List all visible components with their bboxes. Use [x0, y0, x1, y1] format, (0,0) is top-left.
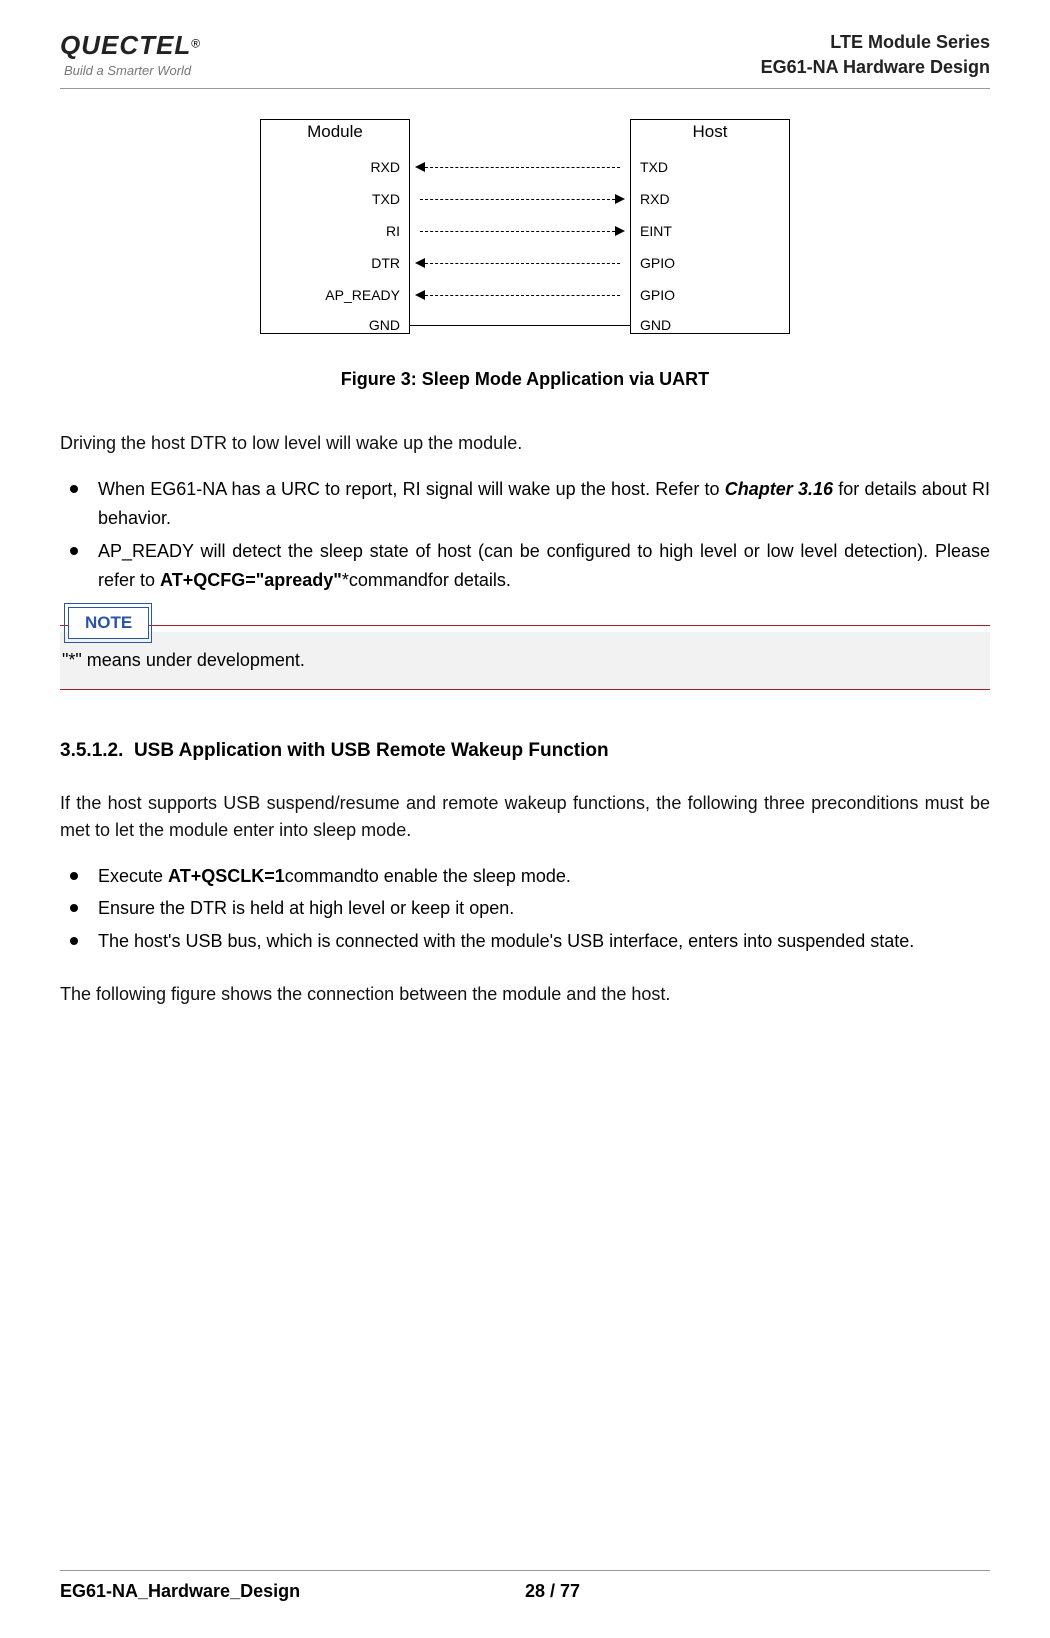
line-txd	[420, 199, 615, 200]
series-title: LTE Module Series	[761, 30, 990, 55]
module-sig-txd: TXD	[260, 191, 400, 207]
host-sig-gpio2: GPIO	[640, 287, 675, 303]
line-ri	[420, 231, 615, 232]
host-sig-gpio1: GPIO	[640, 255, 675, 271]
module-sig-gnd: GND	[260, 317, 400, 333]
arrow-ri-icon	[615, 226, 625, 236]
line-apready	[425, 295, 620, 296]
footer-page-number: 28 / 77	[525, 1581, 580, 1602]
logo-tagline: Build a Smarter World	[64, 63, 200, 78]
b2-1-pre: Execute	[98, 866, 168, 886]
module-title: Module	[261, 122, 409, 142]
b2-1-post: commandto enable the sleep mode.	[285, 866, 571, 886]
logo-main: QUECTEL®	[60, 30, 200, 61]
host-sig-txd: TXD	[640, 159, 668, 175]
registered-icon: ®	[191, 37, 200, 51]
doc-title: EG61-NA Hardware Design	[761, 55, 990, 80]
note-top-rule	[60, 625, 990, 626]
host-sig-gnd: GND	[640, 317, 671, 333]
footer-doc-name: EG61-NA_Hardware_Design	[60, 1581, 525, 1602]
bullet-list-1: When EG61-NA has a URC to report, RI sig…	[60, 475, 990, 594]
figure-caption: Figure 3: Sleep Mode Application via UAR…	[60, 369, 990, 390]
paragraph-3: The following figure shows the connectio…	[60, 981, 990, 1008]
arrow-txd-icon	[615, 194, 625, 204]
chapter-ref: Chapter 3.16	[725, 479, 833, 499]
uart-diagram: Module Host RXD TXD RI DTR AP_READY GND …	[260, 119, 790, 349]
logo-block: QUECTEL® Build a Smarter World	[60, 30, 200, 78]
module-sig-apready: AP_READY	[260, 287, 400, 303]
paragraph-1: Driving the host DTR to low level will w…	[60, 430, 990, 457]
b1-pre: When EG61-NA has a URC to report, RI sig…	[98, 479, 725, 499]
module-sig-rxd: RXD	[260, 159, 400, 175]
page-header: QUECTEL® Build a Smarter World LTE Modul…	[60, 30, 990, 89]
note-content: "*" means under development.	[60, 632, 990, 690]
arrow-rxd-icon	[415, 162, 425, 172]
note-label: NOTE	[68, 607, 149, 639]
list-item: AP_READY will detect the sleep state of …	[60, 537, 990, 595]
list-item: Ensure the DTR is held at high level or …	[60, 894, 990, 923]
section-heading: 3.5.1.2. USB Application with USB Remote…	[60, 740, 990, 762]
logo-text: QUECTEL	[60, 30, 191, 60]
line-rxd	[425, 167, 620, 168]
paragraph-2: If the host supports USB suspend/resume …	[60, 790, 990, 844]
list-item: The host's USB bus, which is connected w…	[60, 927, 990, 956]
arrow-apready-icon	[415, 290, 425, 300]
note-box: NOTE "*" means under development.	[60, 625, 990, 690]
list-item: When EG61-NA has a URC to report, RI sig…	[60, 475, 990, 533]
page-footer: EG61-NA_Hardware_Design 28 / 77	[60, 1570, 990, 1602]
list-item: Execute AT+QSCLK=1commandto enable the s…	[60, 862, 990, 891]
host-sig-eint: EINT	[640, 223, 672, 239]
at-command-2: AT+QSCLK=1	[168, 866, 285, 886]
host-title: Host	[631, 122, 789, 142]
at-command-1: AT+QCFG="apready"	[160, 570, 342, 590]
bullet-list-2: Execute AT+QSCLK=1commandto enable the s…	[60, 862, 990, 956]
section-number: 3.5.1.2.	[60, 740, 123, 761]
line-gnd	[410, 325, 630, 326]
line-dtr	[425, 263, 620, 264]
arrow-dtr-icon	[415, 258, 425, 268]
section-title: USB Application with USB Remote Wakeup F…	[134, 740, 609, 761]
header-right: LTE Module Series EG61-NA Hardware Desig…	[761, 30, 990, 80]
b2-post: *commandfor details.	[342, 570, 511, 590]
module-sig-ri: RI	[260, 223, 400, 239]
module-sig-dtr: DTR	[260, 255, 400, 271]
host-sig-rxd: RXD	[640, 191, 670, 207]
